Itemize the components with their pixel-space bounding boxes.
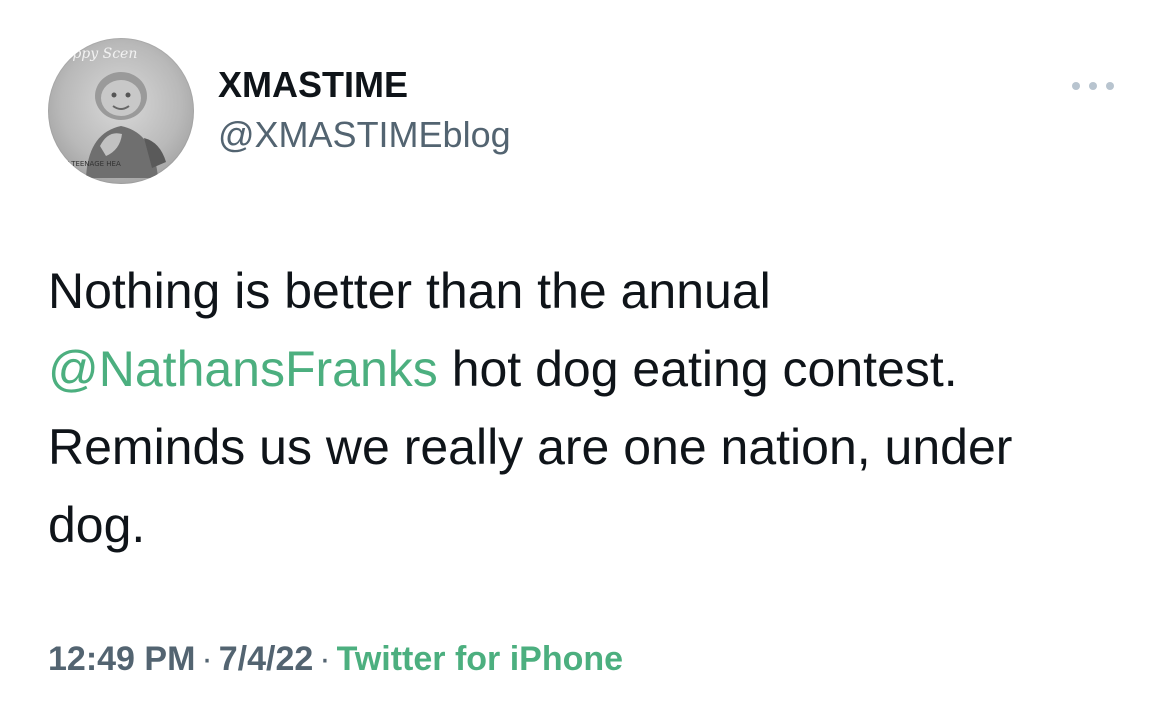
avatar-text-top: appy Scen (64, 46, 137, 62)
tweet-date[interactable]: 7/4/22 (219, 640, 314, 678)
separator: · (319, 640, 331, 678)
more-horizontal-icon (1106, 82, 1114, 90)
author-handle[interactable]: @XMASTIMEblog (218, 114, 511, 156)
avatar-image: appy Scen E MY TEENAGE HEA (52, 46, 166, 178)
avatar-text-bottom: E MY TEENAGE HEA (52, 160, 121, 168)
more-horizontal-icon (1089, 82, 1097, 90)
mention-link[interactable]: @NathansFranks (48, 341, 438, 397)
avatar[interactable]: appy Scen E MY TEENAGE HEA (48, 38, 194, 184)
more-horizontal-icon (1072, 82, 1080, 90)
tweet-text: Nothing is better than the annual @Natha… (48, 252, 1118, 564)
more-options-button[interactable] (1070, 70, 1116, 100)
tweet-text-before: Nothing is better than the annual (48, 263, 771, 319)
author-name[interactable]: XMASTIME (218, 64, 408, 106)
tweet-source-link[interactable]: Twitter for iPhone (337, 640, 623, 678)
separator: · (201, 640, 213, 678)
tweet-meta: 12:49 PM · 7/4/22 · Twitter for iPhone (48, 640, 623, 679)
tweet-time[interactable]: 12:49 PM (48, 640, 195, 678)
tweet-card: appy Scen E MY TEENAGE HEA XMASTIME @XMA… (0, 0, 1170, 703)
